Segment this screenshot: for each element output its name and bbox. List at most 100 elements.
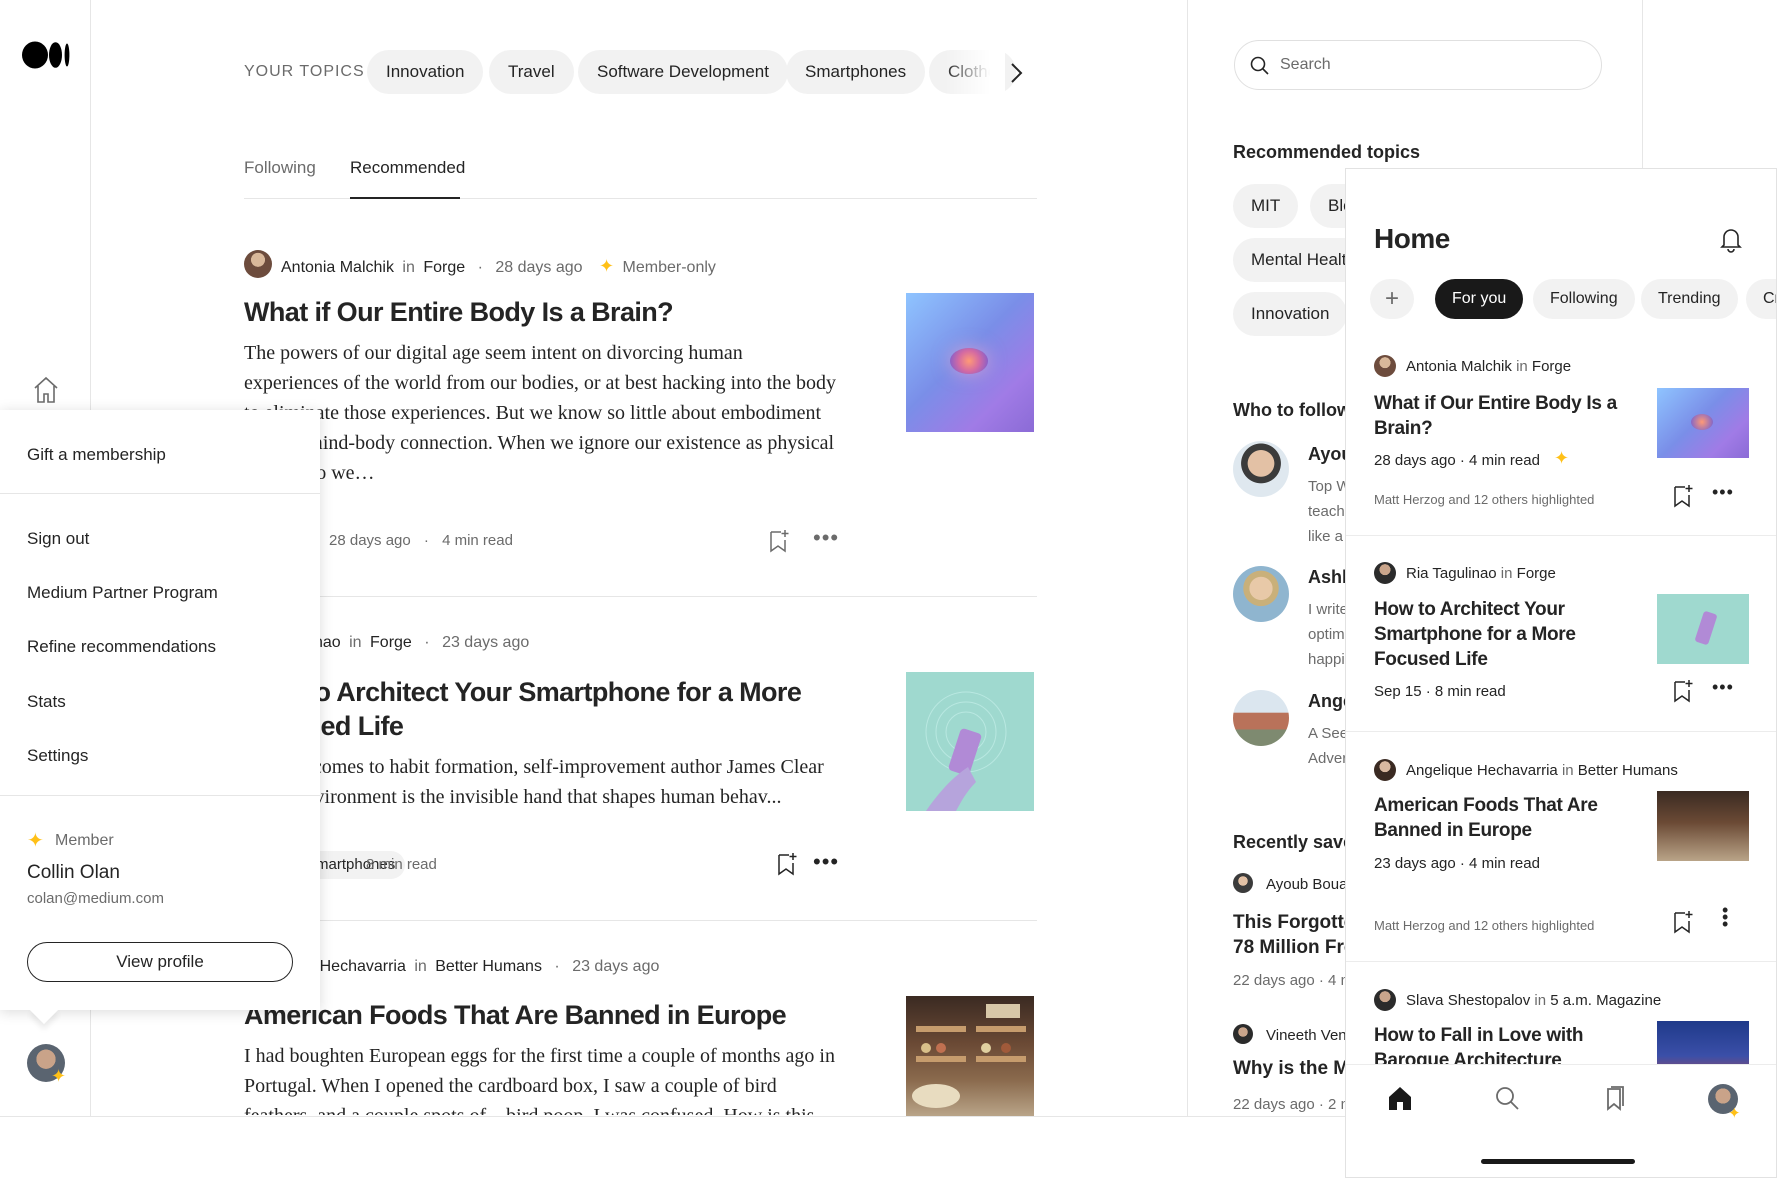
search-icon[interactable] bbox=[1493, 1084, 1521, 1112]
story-author[interactable]: Slava Shestopalov bbox=[1406, 992, 1530, 1009]
gift-membership-item[interactable]: Gift a membership bbox=[27, 445, 166, 465]
topic-chip-innovation[interactable]: Innovation bbox=[1233, 292, 1348, 336]
article-title[interactable]: American Foods That Are Banned in Europe bbox=[244, 998, 787, 1032]
story-author[interactable]: Ria Tagulinao bbox=[1406, 565, 1497, 582]
article-thumbnail[interactable] bbox=[906, 293, 1034, 432]
tab-recommended[interactable]: Recommended bbox=[350, 158, 465, 178]
saved-author[interactable]: Ayoub Boua bbox=[1266, 876, 1347, 893]
story-author-avatar[interactable] bbox=[1374, 562, 1396, 584]
member-label: Member bbox=[55, 832, 114, 849]
article-thumbnail[interactable] bbox=[906, 672, 1034, 811]
bell-icon[interactable] bbox=[1718, 225, 1744, 253]
article-date: 23 days ago bbox=[442, 634, 530, 651]
topic-chip-mit[interactable]: MIT bbox=[1233, 184, 1299, 228]
settings-item[interactable]: Settings bbox=[27, 746, 88, 766]
chevron-right-icon[interactable] bbox=[1005, 58, 1029, 88]
more-options-vertical-icon[interactable]: • • • bbox=[1722, 901, 1728, 933]
sidebar-edge bbox=[1642, 0, 1643, 168]
story-thumbnail[interactable] bbox=[1657, 388, 1749, 458]
chip-for-you[interactable]: For you bbox=[1435, 279, 1524, 319]
article-thumbnail[interactable] bbox=[906, 996, 1034, 1116]
story-author[interactable]: Antonia Malchik bbox=[1406, 358, 1512, 375]
saved-author[interactable]: Vineeth Ven bbox=[1266, 1027, 1347, 1044]
bookmark-add-icon[interactable] bbox=[776, 851, 798, 877]
follow-desc: A See Adver bbox=[1308, 725, 1349, 767]
saved-author-avatar[interactable] bbox=[1233, 1024, 1253, 1044]
saved-title[interactable]: This Forgotte 78 Million Fre bbox=[1233, 910, 1354, 960]
article-excerpt[interactable]: I had boughten European eggs for the fir… bbox=[244, 1041, 864, 1115]
home-title: Home bbox=[1374, 223, 1450, 254]
story-author-avatar[interactable] bbox=[1374, 355, 1396, 377]
story-meta: Sep 15 · 8 min read bbox=[1374, 683, 1506, 700]
publication-name[interactable]: Forge bbox=[370, 634, 412, 651]
story-author-avatar[interactable] bbox=[1374, 759, 1396, 781]
more-options-icon[interactable]: ••• bbox=[813, 849, 839, 875]
topic-chip-smartphones[interactable]: Smartphones bbox=[786, 50, 926, 94]
home-filled-icon[interactable] bbox=[1386, 1084, 1414, 1112]
author-avatar[interactable] bbox=[244, 250, 272, 278]
story-publication[interactable]: Forge bbox=[1532, 358, 1571, 375]
mobile-app-screen: Home + For you Following Trending Cr Ant… bbox=[1345, 168, 1777, 1178]
topic-chip-travel[interactable]: Travel bbox=[489, 50, 574, 94]
follow-avatar[interactable] bbox=[1233, 441, 1289, 497]
story-divider bbox=[1346, 731, 1776, 732]
topic-chip-innovation[interactable]: Innovation bbox=[367, 50, 484, 94]
in-word: in bbox=[402, 259, 415, 276]
article-meta: Antonia Malchik in Forge · 28 days ago ✦… bbox=[281, 256, 716, 276]
library-icon[interactable] bbox=[1601, 1084, 1629, 1112]
saved-title[interactable]: Why is the Me bbox=[1233, 1058, 1360, 1080]
home-icon[interactable] bbox=[33, 376, 59, 404]
topic-chip-software-development[interactable]: Software Development bbox=[578, 50, 788, 94]
story-title[interactable]: What if Our Entire Body Is a Brain? bbox=[1374, 391, 1617, 441]
story-publication[interactable]: 5 a.m. Magazine bbox=[1550, 992, 1661, 1009]
article-title[interactable]: How to Architect Your Smartphone for a M… bbox=[244, 675, 802, 743]
partner-program-item[interactable]: Medium Partner Program bbox=[27, 583, 218, 603]
active-tab-indicator bbox=[350, 197, 460, 199]
bookmark-add-icon[interactable] bbox=[768, 528, 790, 554]
more-options-icon[interactable]: ••• bbox=[1712, 677, 1734, 698]
article-divider bbox=[244, 920, 1037, 921]
read-time: 4 min read bbox=[442, 532, 513, 549]
follow-avatar[interactable] bbox=[1233, 690, 1289, 746]
publication-name[interactable]: Forge bbox=[423, 259, 465, 276]
menu-divider bbox=[0, 493, 320, 494]
in-word: in bbox=[1516, 358, 1528, 375]
follow-avatar[interactable] bbox=[1233, 566, 1289, 622]
article-excerpt[interactable]: When it comes to habit formation, self-i… bbox=[244, 752, 844, 812]
chip-following[interactable]: Following bbox=[1533, 279, 1635, 319]
sign-out-item[interactable]: Sign out bbox=[27, 529, 89, 549]
view-profile-button[interactable]: View profile bbox=[27, 942, 293, 982]
story-author-avatar[interactable] bbox=[1374, 989, 1396, 1011]
medium-logo-icon[interactable] bbox=[22, 40, 72, 70]
in-word: in bbox=[1500, 565, 1513, 582]
bookmark-add-icon[interactable] bbox=[1672, 483, 1694, 509]
tab-following[interactable]: Following bbox=[244, 158, 316, 178]
add-topic-button[interactable]: + bbox=[1370, 279, 1414, 319]
chip-more[interactable]: Cr bbox=[1746, 279, 1776, 319]
bookmark-add-icon[interactable] bbox=[1672, 909, 1694, 935]
more-options-icon[interactable]: ••• bbox=[1712, 482, 1734, 503]
story-publication[interactable]: Better Humans bbox=[1578, 762, 1678, 779]
story-title[interactable]: How to Architect Your Smartphone for a Mo… bbox=[1374, 597, 1576, 672]
stats-item[interactable]: Stats bbox=[27, 692, 66, 712]
story-title[interactable]: American Foods That Are Banned in Europe bbox=[1374, 793, 1598, 843]
more-options-icon[interactable]: ••• bbox=[813, 525, 839, 551]
bookmark-add-icon[interactable] bbox=[1672, 678, 1694, 704]
in-word: in bbox=[414, 958, 427, 975]
refine-recommendations-item[interactable]: Refine recommendations bbox=[27, 637, 216, 657]
follow-name[interactable]: Ashl bbox=[1308, 567, 1347, 588]
search-box[interactable]: Search bbox=[1234, 40, 1602, 90]
user-name: Collin Olan bbox=[27, 862, 120, 883]
article-title[interactable]: What if Our Entire Body Is a Brain? bbox=[244, 295, 674, 329]
story-thumbnail[interactable] bbox=[1657, 791, 1749, 861]
saved-author-avatar[interactable] bbox=[1233, 873, 1253, 893]
story-publication[interactable]: Forge bbox=[1517, 565, 1556, 582]
story-author[interactable]: Angelique Hechavarria bbox=[1406, 762, 1558, 779]
publication-name[interactable]: Better Humans bbox=[435, 958, 542, 975]
story-thumbnail[interactable] bbox=[1657, 594, 1749, 664]
author-name[interactable]: Antonia Malchik bbox=[281, 259, 394, 276]
footer-date: 28 days ago bbox=[329, 532, 411, 549]
article-excerpt[interactable]: The powers of our digital age seem inten… bbox=[244, 338, 844, 488]
chip-trending[interactable]: Trending bbox=[1641, 279, 1738, 319]
home-indicator bbox=[1481, 1159, 1635, 1164]
